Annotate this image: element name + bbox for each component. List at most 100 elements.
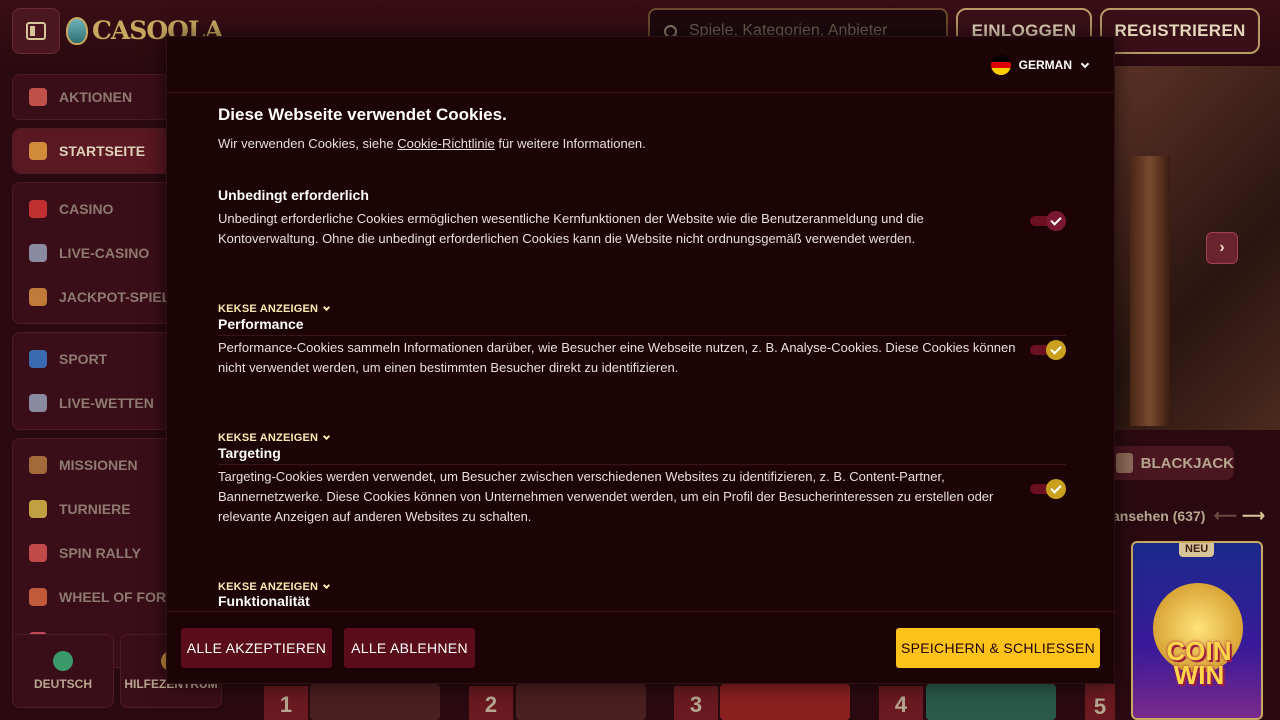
dialog-body: Diese Webseite verwendet Cookies. Wir ve… (218, 93, 1066, 611)
sidebar-group: SPORT LIVE-WETTEN (12, 332, 172, 430)
game-thumbnail[interactable] (516, 684, 646, 720)
game-thumbnail[interactable] (926, 684, 1056, 720)
category-blackjack[interactable]: BLACKJACK (1108, 446, 1234, 480)
view-all-link[interactable]: ansehen (637) (1112, 508, 1205, 524)
home-icon (29, 142, 47, 160)
tile-label: DEUTSCH (33, 677, 92, 691)
game-thumbnail[interactable] (310, 684, 440, 720)
slot-icon (29, 394, 47, 412)
trophy-icon (29, 500, 47, 518)
hero-banner[interactable] (1115, 66, 1280, 430)
sidebar-item-label: CASINO (59, 201, 114, 217)
arrow-left-icon[interactable]: ⟵ (1214, 506, 1237, 526)
sidebar-item-label: SPIN RALLY (59, 545, 141, 561)
hero-next-button[interactable]: › (1206, 232, 1238, 264)
sidebar-item-aktionen[interactable]: AKTIONEN (13, 75, 171, 119)
chevron-down-icon (323, 432, 331, 441)
wheel-icon (29, 588, 47, 606)
game-card-coin-win[interactable]: NEU COIN WIN (1131, 541, 1263, 720)
chevron-down-icon (323, 303, 331, 312)
section-title: Unbedingt erforderlich (218, 187, 369, 203)
sidebar-item-label: MISSIONEN (59, 457, 138, 473)
language-selector[interactable]: GERMAN (990, 55, 1090, 75)
cookie-section-performance: Performance Performance-Cookies sammeln … (218, 316, 1066, 378)
sidebar-item-casino[interactable]: CASINO (13, 187, 171, 231)
sidebar-item-spin-rally[interactable]: SPIN RALLY (13, 531, 171, 575)
language-label: GERMAN (1018, 58, 1072, 72)
sidebar-group: CASINO LIVE-CASINO JACKPOT-SPIELE (12, 182, 172, 324)
chevron-down-icon (323, 581, 331, 590)
sidebar: AKTIONEN STARTSEITE CASINO LIVE-CASINO JACKP… (12, 74, 172, 676)
necessary-toggle (1030, 211, 1066, 231)
sidebar-item-label: AKTIONEN (59, 89, 133, 105)
sidebar-tile-deutsch[interactable]: DEUTSCH (12, 634, 114, 708)
check-icon (1046, 340, 1066, 360)
slot-icon (29, 244, 47, 262)
rank-number: 2 (469, 686, 513, 720)
sidebar-group: AKTIONEN (12, 74, 172, 120)
section-title: Funktionalität (218, 593, 310, 609)
flag-icon (29, 544, 47, 562)
reject-all-button[interactable]: ALLE ABLEHNEN (344, 628, 475, 668)
cookie-section-necessary: Unbedingt erforderlich Unbedingt erforde… (218, 187, 1066, 249)
globe-icon (53, 651, 73, 671)
sidebar-item-startseite[interactable]: STARTSEITE (13, 129, 171, 173)
sidebar-item-label: JACKPOT-SPIELE (59, 289, 171, 305)
performance-toggle[interactable] (1030, 340, 1066, 360)
dialog-intro: Wir verwenden Cookies, siehe Cookie-Rich… (218, 136, 646, 151)
cookie-consent-dialog: GERMAN Diese Webseite verwendet Cookies.… (166, 36, 1115, 684)
rank-number: 5 (1085, 684, 1115, 720)
game-thumbnail[interactable] (720, 684, 850, 720)
sidebar-item-label: LIVE-WETTEN (59, 395, 154, 411)
sidebar-item-sport[interactable]: SPORT (13, 337, 171, 381)
dialog-footer: ALLE AKZEPTIEREN ALLE ABLEHNEN SPEICHERN… (167, 611, 1114, 683)
cherry-icon (29, 200, 47, 218)
sidebar-item-label: SPORT (59, 351, 108, 367)
sidebar-item-wheel-of-fortune[interactable]: WHEEL OF FORTUNE (13, 575, 171, 619)
check-icon (1046, 479, 1066, 499)
targeting-toggle[interactable] (1030, 479, 1066, 499)
section-title: Targeting (218, 445, 281, 461)
cookie-section-functionality: Funktionalität (218, 593, 1066, 611)
top-games-row: 1 2 3 4 (264, 684, 1130, 720)
hero-column (1130, 156, 1170, 426)
dialog-header: GERMAN (167, 37, 1114, 93)
cookie-section-targeting: Targeting Targeting-Cookies werden verwe… (218, 445, 1066, 527)
show-cookies-link[interactable]: KEKSE ANZEIGEN (218, 432, 331, 444)
accept-all-button[interactable]: ALLE AKZEPTIEREN (181, 628, 332, 668)
sidebar-item-live-wetten[interactable]: LIVE-WETTEN (13, 381, 171, 425)
chest-icon (29, 456, 47, 474)
sidebar-item-label: TURNIERE (59, 501, 131, 517)
cards-icon (1116, 453, 1133, 473)
save-and-close-button[interactable]: SPEICHERN & SCHLIESSEN (896, 628, 1100, 668)
section-description: Unbedingt erforderliche Cookies ermöglic… (218, 211, 924, 246)
sidebar-item-label: WHEEL OF FORTUNE (59, 589, 171, 605)
show-cookies-link[interactable]: KEKSE ANZEIGEN (218, 581, 331, 593)
rank-number: 4 (879, 686, 923, 720)
register-button[interactable]: REGISTRIEREN (1100, 8, 1260, 54)
german-flag-icon (990, 55, 1011, 75)
gift-icon (29, 88, 47, 106)
sidebar-item-label: LIVE-CASINO (59, 245, 150, 261)
section-description: Performance-Cookies sammeln Informatione… (218, 340, 1016, 375)
check-icon (1046, 211, 1066, 231)
sidebar-item-turniere[interactable]: TURNIERE (13, 487, 171, 531)
rank-number: 1 (264, 686, 308, 720)
section-title: Performance (218, 316, 304, 332)
sidebar-toggle-button[interactable] (12, 8, 60, 54)
new-badge: NEU (1179, 543, 1215, 557)
sidebar-icon (26, 22, 46, 40)
arrow-right-icon[interactable]: ⟶ (1242, 506, 1265, 526)
sidebar-group: STARTSEITE (12, 128, 172, 174)
cookie-policy-link[interactable]: Cookie-Richtlinie (397, 136, 495, 151)
sidebar-item-missionen[interactable]: MISSIONEN (13, 443, 171, 487)
ball-icon (29, 350, 47, 368)
sidebar-item-jackpot-spiele[interactable]: JACKPOT-SPIELE (13, 275, 171, 319)
horseshoe-icon (29, 288, 47, 306)
section-description: Targeting-Cookies werden verwendet, um B… (218, 469, 994, 524)
show-cookies-link[interactable]: KEKSE ANZEIGEN (218, 303, 331, 315)
logo-shield-icon (66, 16, 88, 45)
sidebar-item-live-casino[interactable]: LIVE-CASINO (13, 231, 171, 275)
chevron-down-icon (1080, 59, 1090, 68)
category-label: BLACKJACK (1140, 454, 1234, 472)
